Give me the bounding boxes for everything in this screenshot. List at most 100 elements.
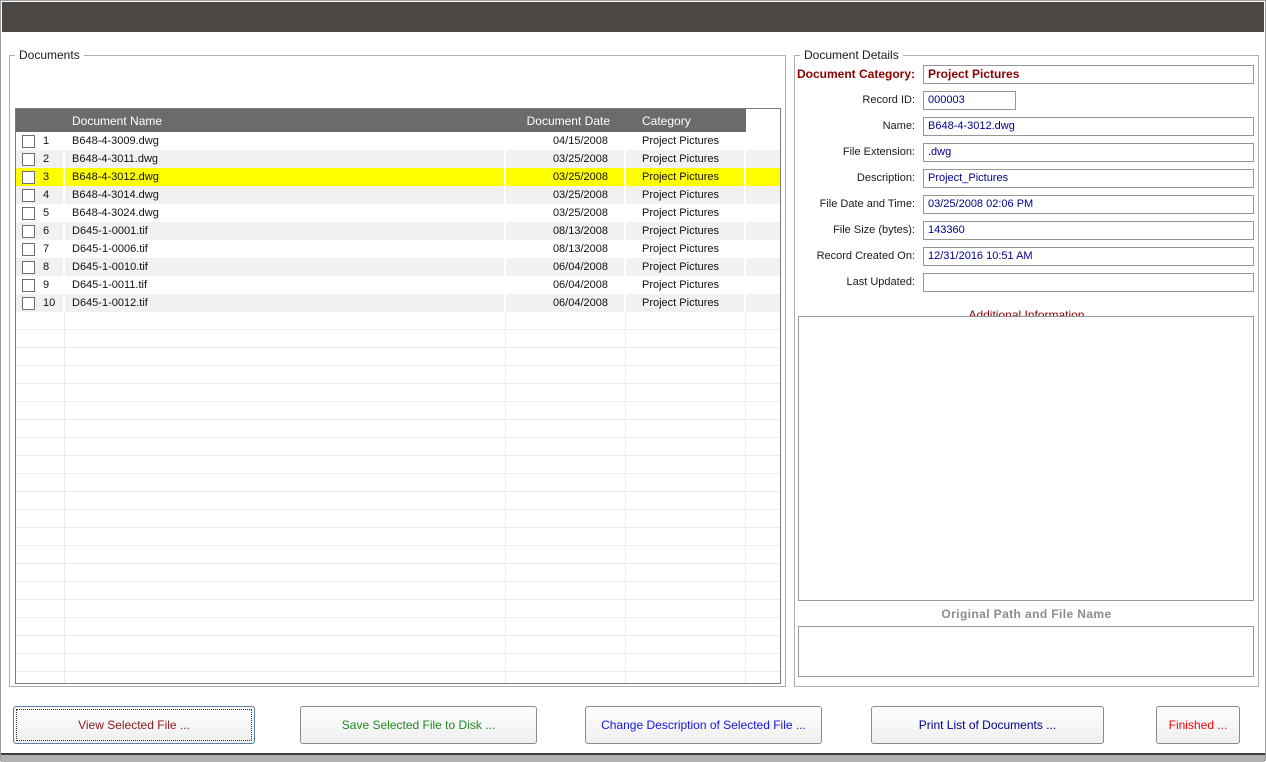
documents-groupbox: Documents Document Name Document Date Ca…	[9, 55, 786, 687]
empty-row	[16, 510, 780, 528]
empty-cell	[65, 384, 506, 401]
empty-cell	[65, 510, 506, 527]
finished-button[interactable]: Finished ...	[1156, 706, 1240, 744]
empty-cell	[506, 438, 626, 455]
row-number: 3	[43, 171, 49, 183]
table-row[interactable]: 2B648-4-3011.dwg03/25/2008Project Pictur…	[16, 150, 780, 168]
empty-cell	[746, 492, 780, 509]
table-row[interactable]: 8D645-1-0010.tif06/04/2008Project Pictur…	[16, 258, 780, 276]
view-selected-file-button[interactable]: View Selected File ...	[13, 706, 255, 744]
column-header-document-name[interactable]: Document Name	[65, 109, 506, 132]
document-name-cell: B648-4-3011.dwg	[65, 150, 506, 168]
last-updated-field[interactable]	[923, 273, 1254, 292]
category-cell: Project Pictures	[626, 258, 746, 276]
document-date-cell: 03/25/2008	[506, 204, 626, 222]
empty-cell	[626, 330, 746, 347]
empty-cell	[506, 672, 626, 684]
record-id-field[interactable]: 000003	[923, 91, 1016, 110]
row-checkbox[interactable]	[22, 135, 35, 148]
empty-cell	[16, 672, 65, 684]
empty-cell	[16, 528, 65, 545]
column-header-document-date[interactable]: Document Date	[506, 109, 626, 132]
empty-cell	[746, 366, 780, 383]
empty-row	[16, 618, 780, 636]
row-checkbox[interactable]	[22, 171, 35, 184]
empty-cell	[746, 654, 780, 671]
empty-cell	[746, 312, 780, 329]
row-checkbox[interactable]	[22, 279, 35, 292]
table-row[interactable]: 9D645-1-0011.tif06/04/2008Project Pictur…	[16, 276, 780, 294]
file-date-time-field-label: File Date and Time:	[795, 195, 921, 221]
last-updated-field-label: Last Updated:	[795, 273, 921, 299]
row-checkbox[interactable]	[22, 261, 35, 274]
table-row[interactable]: 7D645-1-0006.tif08/13/2008Project Pictur…	[16, 240, 780, 258]
empty-cell	[626, 492, 746, 509]
empty-cell	[65, 582, 506, 599]
last-updated-field-row: Last Updated:	[795, 273, 1258, 299]
empty-cell	[626, 528, 746, 545]
description-field[interactable]: Project_Pictures	[923, 169, 1254, 188]
row-spacer-cell	[746, 168, 780, 186]
file-extension-field-label: File Extension:	[795, 143, 921, 169]
row-checkbox[interactable]	[22, 189, 35, 202]
record-id-field-row: Record ID:000003	[795, 91, 1258, 117]
change-description-button[interactable]: Change Description of Selected File ...	[585, 706, 822, 744]
original-path-heading: Original Path and File Name	[795, 607, 1258, 622]
row-spacer-cell	[746, 150, 780, 168]
empty-cell	[506, 366, 626, 383]
document-category-field[interactable]: Project Pictures	[923, 65, 1254, 84]
empty-cell	[746, 618, 780, 635]
row-spacer-cell	[746, 222, 780, 240]
document-name-cell: D645-1-0010.tif	[65, 258, 506, 276]
category-cell: Project Pictures	[626, 150, 746, 168]
table-row[interactable]: 3B648-4-3012.dwg03/25/2008Project Pictur…	[16, 168, 780, 186]
table-row[interactable]: 5B648-4-3024.dwg03/25/2008Project Pictur…	[16, 204, 780, 222]
empty-row	[16, 420, 780, 438]
empty-cell	[16, 654, 65, 671]
row-checkbox[interactable]	[22, 153, 35, 166]
empty-cell	[506, 636, 626, 653]
print-list-button[interactable]: Print List of Documents ...	[871, 706, 1104, 744]
table-row[interactable]: 1B648-4-3009.dwg04/15/2008Project Pictur…	[16, 132, 780, 150]
original-path-textarea[interactable]	[798, 626, 1254, 677]
empty-cell	[626, 366, 746, 383]
file-extension-field[interactable]: .dwg	[923, 143, 1254, 162]
description-field-label: Description:	[795, 169, 921, 195]
file-extension-field-row: File Extension:.dwg	[795, 143, 1258, 169]
empty-row	[16, 582, 780, 600]
empty-cell	[746, 456, 780, 473]
row-checkbox[interactable]	[22, 297, 35, 310]
additional-information-textarea[interactable]	[798, 316, 1254, 601]
column-header-category[interactable]: Category	[626, 109, 746, 132]
table-row[interactable]: 10D645-1-0012.tif06/04/2008Project Pictu…	[16, 294, 780, 312]
empty-cell	[65, 528, 506, 545]
file-size-field[interactable]: 143360	[923, 221, 1254, 240]
row-checkbox-cell: 10	[16, 294, 65, 312]
empty-cell	[16, 438, 65, 455]
file-size-field-row: File Size (bytes):143360	[795, 221, 1258, 247]
documents-table[interactable]: Document Name Document Date Category 1B6…	[15, 108, 781, 684]
row-checkbox[interactable]	[22, 225, 35, 238]
empty-cell	[16, 582, 65, 599]
empty-cell	[65, 438, 506, 455]
table-row[interactable]: 4B648-4-3014.dwg03/25/2008Project Pictur…	[16, 186, 780, 204]
record-created-field[interactable]: 12/31/2016 10:51 AM	[923, 247, 1254, 266]
empty-cell	[16, 330, 65, 347]
empty-cell	[16, 564, 65, 581]
description-field-row: Description:Project_Pictures	[795, 169, 1258, 195]
document-date-cell: 06/04/2008	[506, 276, 626, 294]
empty-cell	[506, 618, 626, 635]
row-checkbox[interactable]	[22, 243, 35, 256]
empty-row	[16, 348, 780, 366]
empty-row	[16, 384, 780, 402]
save-selected-file-button[interactable]: Save Selected File to Disk ...	[300, 706, 537, 744]
document-name-cell: D645-1-0001.tif	[65, 222, 506, 240]
file-date-time-field[interactable]: 03/25/2008 02:06 PM	[923, 195, 1254, 214]
empty-cell	[626, 546, 746, 563]
row-checkbox[interactable]	[22, 207, 35, 220]
name-field[interactable]: B648-4-3012.dwg	[923, 117, 1254, 136]
empty-cell	[746, 330, 780, 347]
row-checkbox-cell: 1	[16, 132, 65, 150]
empty-cell	[65, 600, 506, 617]
table-row[interactable]: 6D645-1-0001.tif08/13/2008Project Pictur…	[16, 222, 780, 240]
